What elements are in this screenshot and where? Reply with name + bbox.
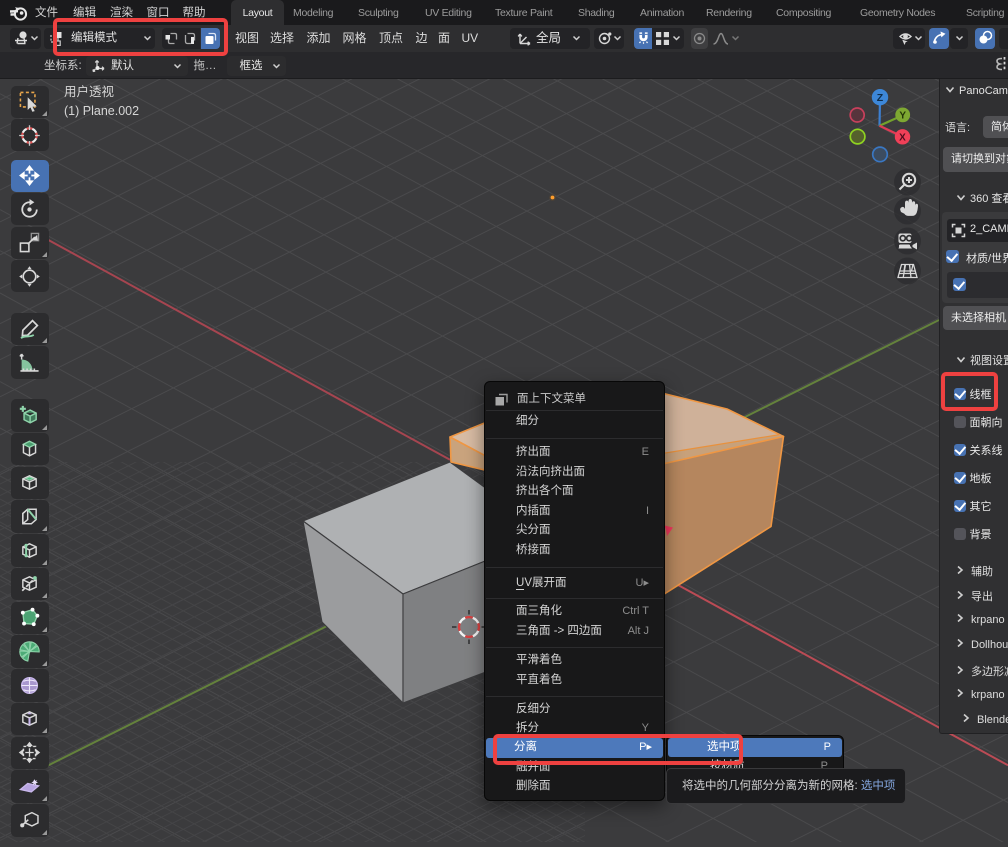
svg-text:Y: Y — [899, 111, 906, 122]
svg-text:用户透视: 用户透视 — [64, 84, 115, 99]
svg-text:Z: Z — [877, 92, 884, 104]
svg-text:(1) Plane.002: (1) Plane.002 — [64, 104, 139, 118]
svg-text:X: X — [899, 133, 906, 144]
